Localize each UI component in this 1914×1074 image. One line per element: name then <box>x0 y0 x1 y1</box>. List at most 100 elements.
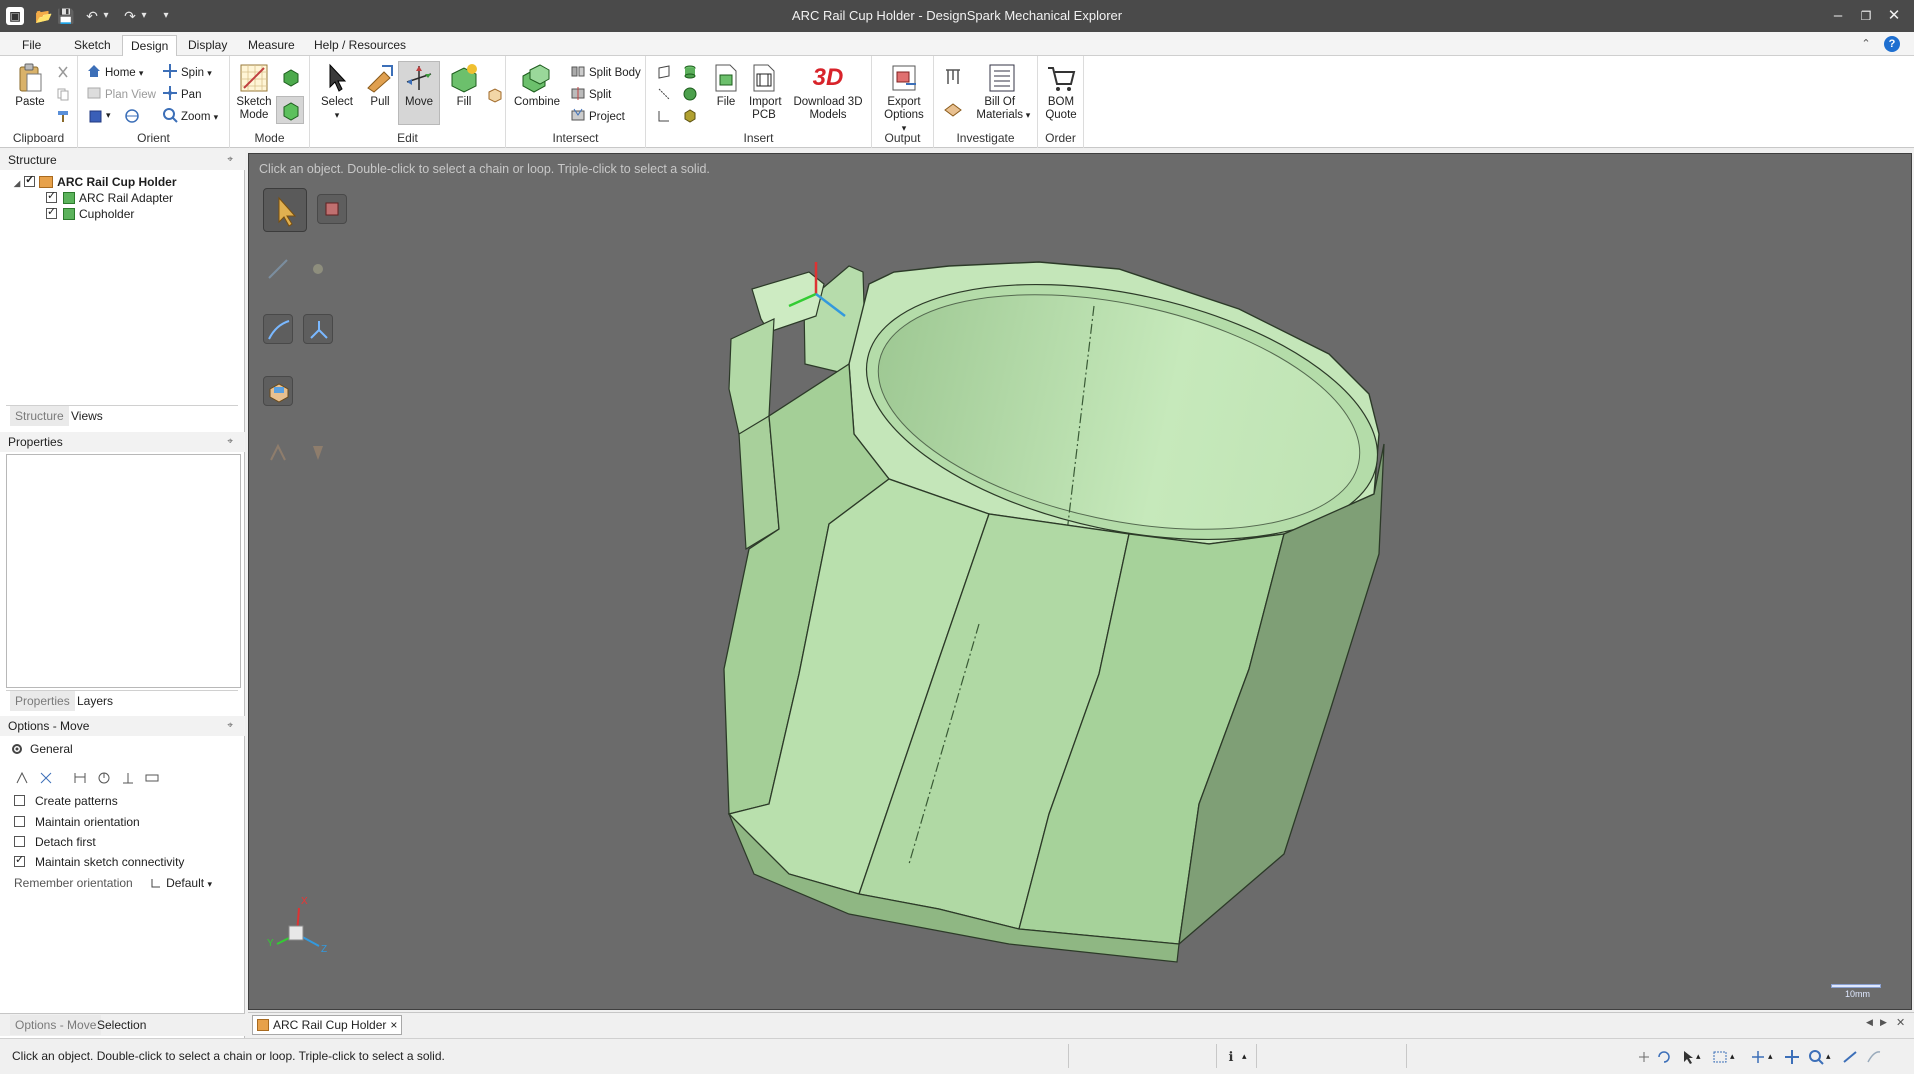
select-pointer-icon[interactable] <box>1680 1049 1696 1065</box>
copy-icon[interactable] <box>56 87 70 101</box>
tweak-face-icon[interactable] <box>486 86 504 104</box>
collapse-ribbon-icon[interactable]: ⌃ <box>1858 36 1874 52</box>
axis-triad[interactable]: X Y Z <box>267 896 337 966</box>
create-patterns-checkbox[interactable] <box>14 795 25 806</box>
pull-button[interactable]: Pull <box>360 62 400 109</box>
plane-icon[interactable] <box>656 64 672 80</box>
3d-mode-button[interactable] <box>276 96 304 124</box>
tab-layers[interactable]: Layers <box>72 691 118 711</box>
maintain-orientation-checkbox[interactable] <box>14 816 25 827</box>
visibility-checkbox[interactable] <box>24 174 36 187</box>
pin-icon[interactable]: ⌖ <box>227 716 233 736</box>
project-button[interactable]: Project <box>570 107 625 127</box>
format-painter-icon[interactable] <box>56 109 70 123</box>
plan-view-button[interactable]: Plan View <box>86 85 156 105</box>
tree-item-arc-rail-adapter[interactable]: ARC Rail Adapter <box>46 190 173 206</box>
tab-measure[interactable]: Measure <box>240 35 303 56</box>
sphere-icon[interactable] <box>682 86 698 102</box>
zoom-button[interactable]: Zoom ▾ <box>162 107 218 127</box>
tab-views[interactable]: Views <box>66 406 108 426</box>
tree-item-cupholder[interactable]: Cupholder <box>46 206 134 222</box>
spin-button[interactable]: Spin ▾ <box>162 63 212 83</box>
move-direction-icon[interactable] <box>38 770 54 786</box>
info-icon[interactable]: ℹ <box>1222 1048 1240 1066</box>
cylinder-icon[interactable] <box>682 64 698 80</box>
ruler-icon[interactable] <box>144 770 160 786</box>
measure-compass-icon[interactable] <box>942 66 964 88</box>
ruler-dimension-icon[interactable] <box>72 770 88 786</box>
tab-help-resources[interactable]: Help / Resources <box>306 35 414 56</box>
pan-view-icon[interactable] <box>1784 1049 1800 1065</box>
visibility-checkbox[interactable] <box>46 206 57 219</box>
select-pointer-dropdown-icon[interactable]: ▴ <box>1696 1051 1701 1062</box>
fill-button[interactable]: Fill <box>444 62 484 109</box>
help-icon[interactable]: ? <box>1884 36 1900 52</box>
bom-quote-button[interactable]: BOM Quote <box>1042 62 1080 122</box>
sketch-line-icon[interactable] <box>1842 1049 1858 1065</box>
remember-orientation-dropdown[interactable]: Default ▾ <box>150 876 212 890</box>
prev-doc-icon[interactable]: ◀ <box>1866 1017 1873 1028</box>
move-button[interactable]: Move <box>398 61 440 125</box>
detach-first-checkbox[interactable] <box>14 836 25 847</box>
rotate-view-icon[interactable] <box>1656 1049 1672 1065</box>
maintain-sketch-connectivity-checkbox[interactable] <box>14 854 25 867</box>
next-doc-icon[interactable]: ▶ <box>1880 1017 1887 1028</box>
close-doc-icon[interactable]: ✕ <box>1896 1016 1905 1029</box>
box-select-dropdown-icon[interactable]: ▴ <box>1730 1051 1735 1062</box>
tab-options-move[interactable]: Options - Move <box>10 1015 102 1035</box>
import-pcb-button[interactable]: Import PCB <box>746 62 782 122</box>
info-dropdown-icon[interactable]: ▴ <box>1242 1051 1247 1062</box>
view-cube-icon[interactable] <box>88 108 104 124</box>
tab-display[interactable]: Display <box>180 35 235 56</box>
display-style-icon[interactable] <box>124 108 140 124</box>
option-maintain-sketch-connectivity[interactable]: Maintain sketch connectivity <box>14 853 184 871</box>
restore-button[interactable]: ❐ <box>1852 4 1880 28</box>
paste-button[interactable]: Paste <box>10 62 50 109</box>
pivot-icon[interactable] <box>120 770 136 786</box>
tree-item-arc-rail-cup-holder[interactable]: ◢ARC Rail Cup Holder <box>14 174 177 190</box>
pin-icon[interactable]: ⌖ <box>227 150 233 170</box>
pan-button[interactable]: Pan <box>162 85 201 105</box>
zoom-view-dropdown-icon[interactable]: ▴ <box>1826 1051 1831 1062</box>
tab-sketch[interactable]: Sketch <box>66 35 119 56</box>
pin-icon[interactable]: ⌖ <box>227 432 233 452</box>
document-tab-arc-rail-cup-holder[interactable]: ARC Rail Cup Holder × <box>252 1015 403 1035</box>
view-cube-dropdown-icon[interactable]: ▾ <box>106 110 111 121</box>
cut-icon[interactable] <box>56 65 70 79</box>
up-to-icon[interactable] <box>96 770 112 786</box>
tab-file[interactable]: File <box>14 35 49 56</box>
collapse-tree-icon[interactable]: ◢ <box>14 179 20 188</box>
tab-structure[interactable]: Structure <box>10 406 69 426</box>
split-button[interactable]: Split <box>570 85 611 105</box>
insert-file-button[interactable]: File <box>708 62 744 109</box>
box-select-icon[interactable] <box>1712 1049 1728 1065</box>
export-options-button[interactable]: Export Options▾ <box>880 62 928 135</box>
split-body-button[interactable]: Split Body <box>570 63 641 83</box>
spin-view-dropdown-icon[interactable]: ▴ <box>1768 1051 1773 1062</box>
option-detach-first[interactable]: Detach first <box>14 833 96 851</box>
spin-view-icon[interactable] <box>1750 1049 1766 1065</box>
tab-design[interactable]: Design <box>122 35 178 57</box>
minimize-button[interactable]: – <box>1824 4 1852 28</box>
origin-icon[interactable] <box>656 108 672 124</box>
cup-holder-model[interactable] <box>249 154 1912 1010</box>
tab-selection[interactable]: Selection <box>92 1015 151 1035</box>
shell-icon[interactable] <box>682 108 698 124</box>
options-section-general[interactable]: General <box>10 739 73 759</box>
tab-properties[interactable]: Properties <box>10 691 75 711</box>
option-create-patterns[interactable]: Create patterns <box>14 792 118 810</box>
sketch-curve-icon[interactable] <box>1866 1049 1882 1065</box>
close-tab-icon[interactable]: × <box>390 1018 397 1032</box>
inspect-part-icon[interactable] <box>942 98 964 120</box>
bill-of-materials-button[interactable]: Bill Of Materials ▾ <box>972 62 1032 122</box>
sketch-mode-button[interactable]: Sketch Mode <box>234 62 274 122</box>
line-icon[interactable] <box>656 86 672 102</box>
download-3d-models-button[interactable]: 3D Download 3D Models <box>786 62 870 122</box>
select-button[interactable]: Select ▾ <box>316 62 358 122</box>
combine-button[interactable]: Combine <box>514 62 560 109</box>
close-button[interactable]: ✕ <box>1880 4 1908 28</box>
section-mode-icon[interactable] <box>280 66 302 88</box>
selection-filter-icon[interactable] <box>1636 1049 1652 1065</box>
visibility-checkbox[interactable] <box>46 190 57 203</box>
home-button[interactable]: Home ▾ <box>86 63 143 83</box>
